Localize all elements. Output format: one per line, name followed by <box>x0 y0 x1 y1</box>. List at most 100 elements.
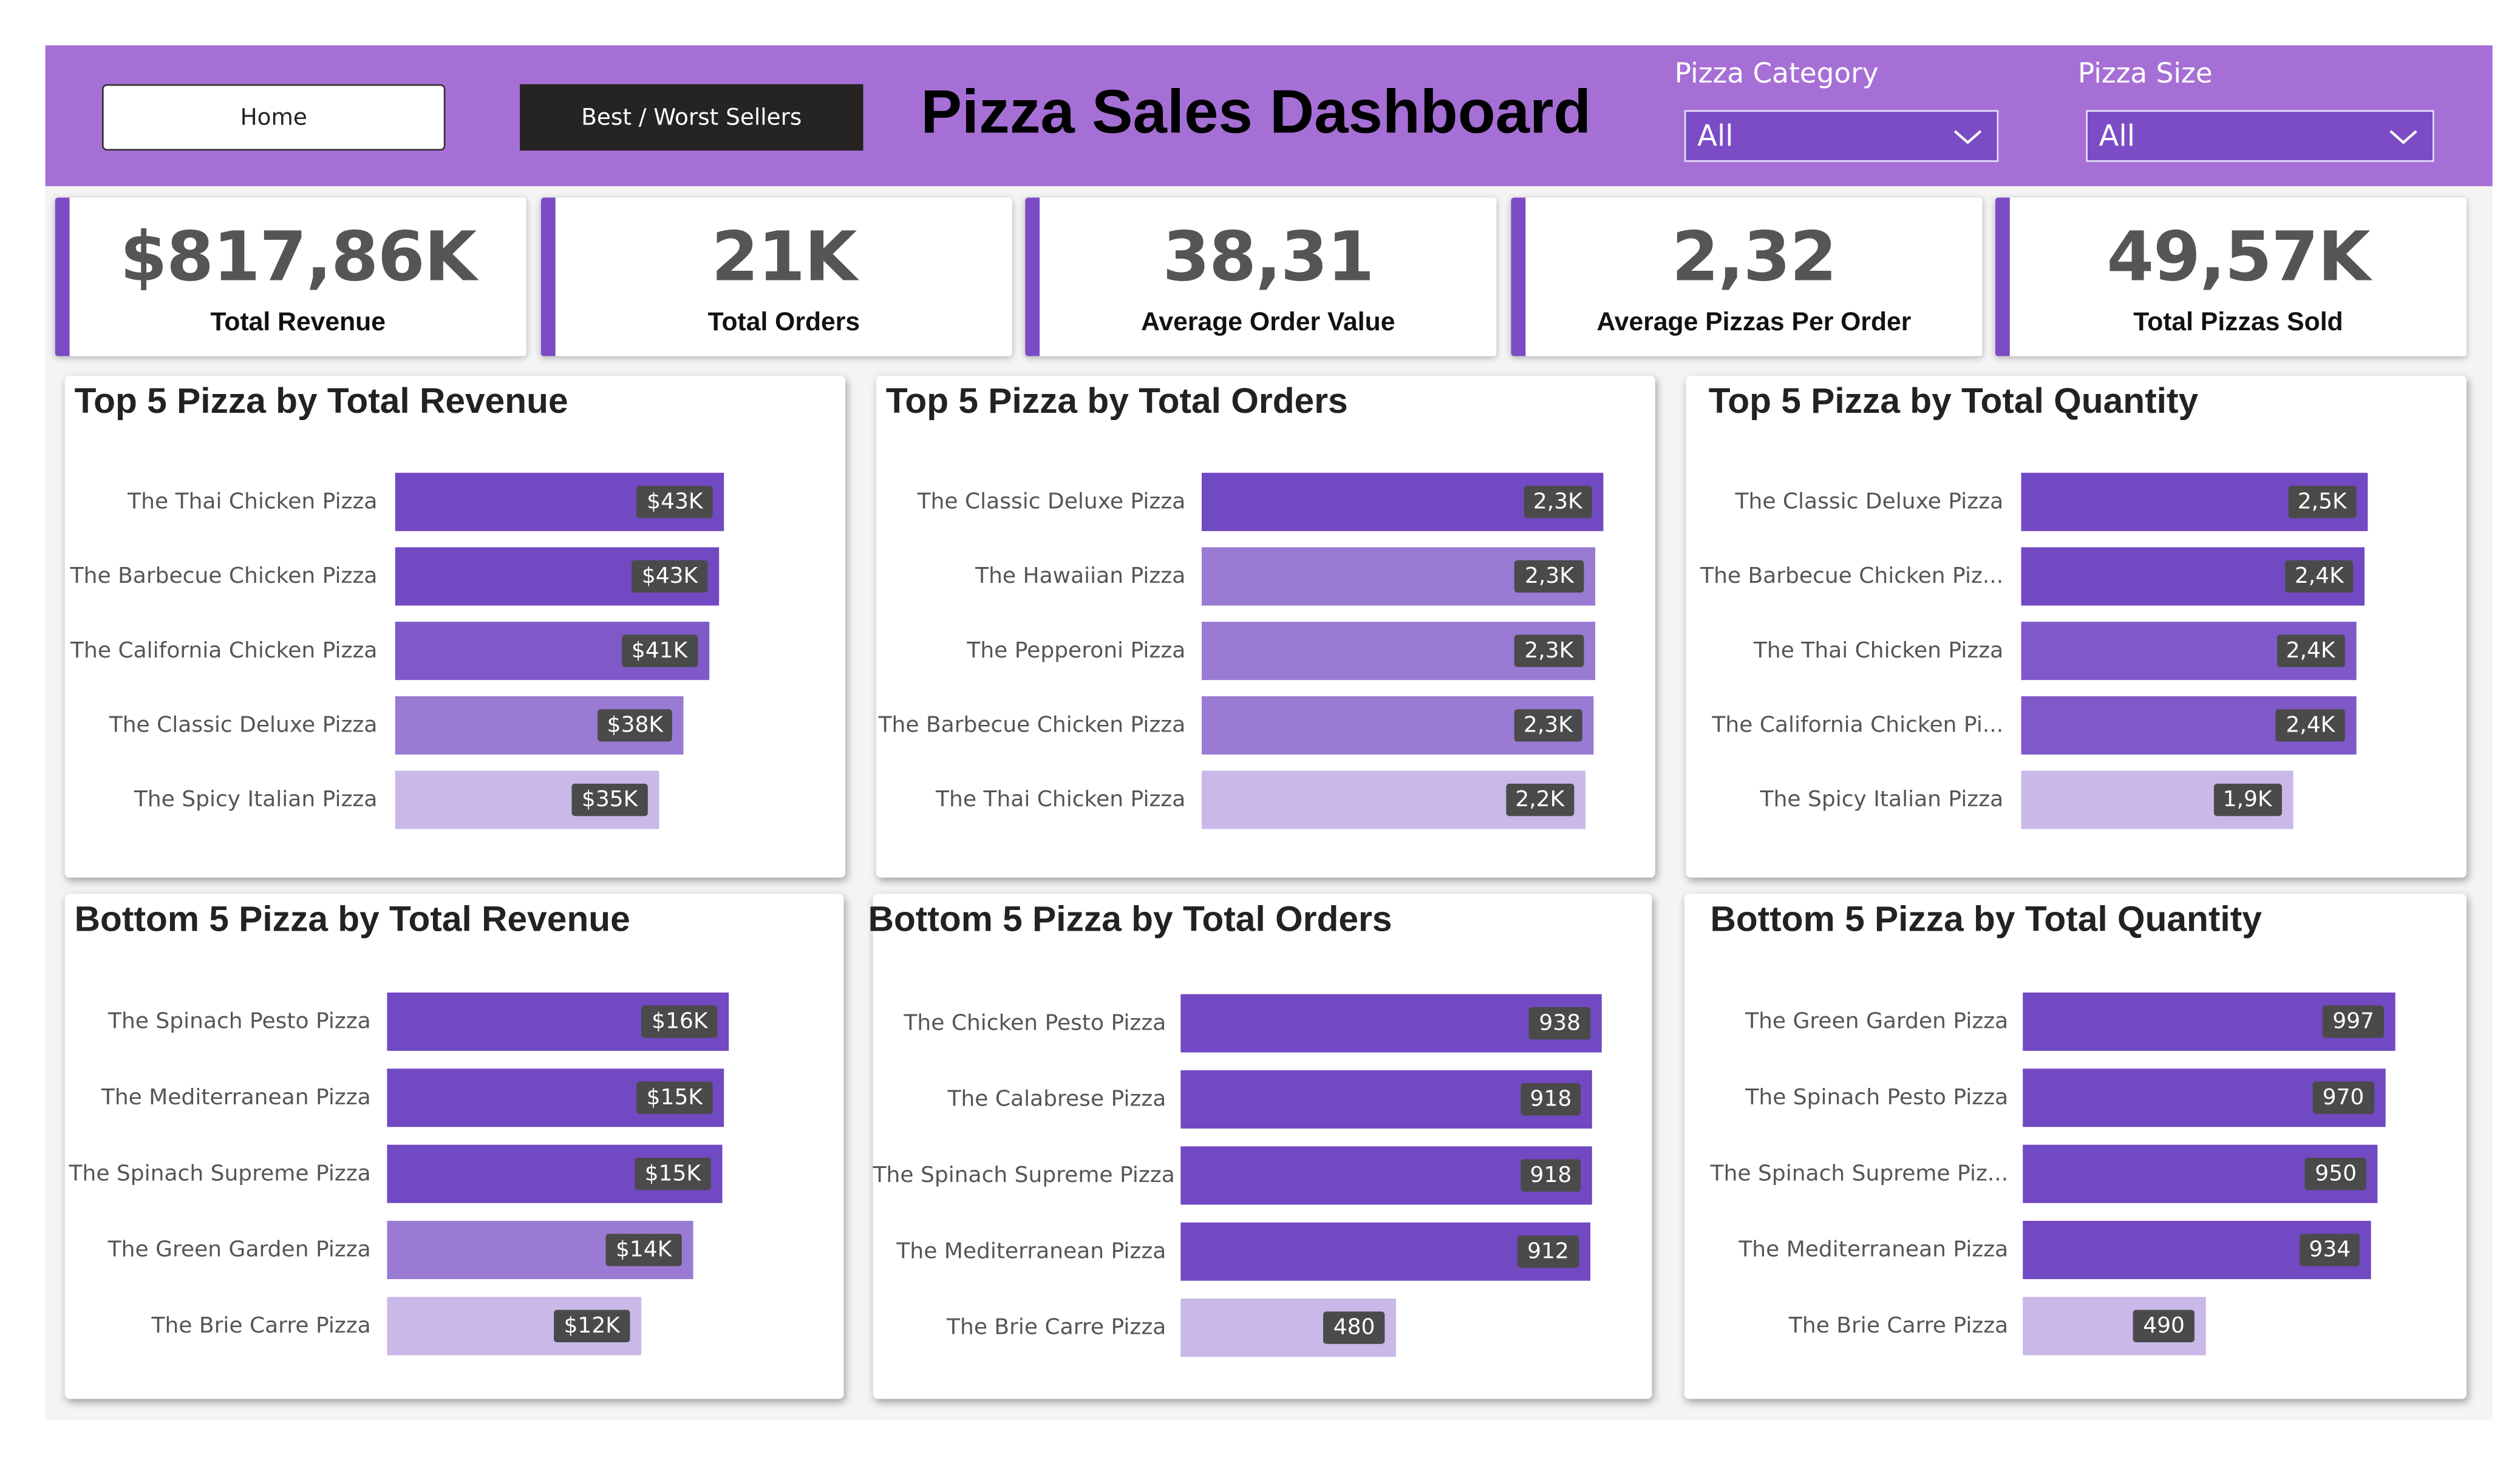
chart-title: Bottom 5 Pizza by Total Revenue <box>74 898 630 939</box>
data-label: $43K <box>632 560 708 593</box>
pizza-size-label: Pizza Size <box>2077 58 2213 91</box>
chevron-down-icon <box>2389 130 2417 144</box>
data-label: $38K <box>597 709 673 742</box>
category-label: The Pepperoni Pizza <box>967 637 1186 664</box>
dashboard-canvas: Home Best / Worst Sellers Pizza Sales Da… <box>0 0 2520 1457</box>
bar[interactable]: 2,4K <box>2021 547 2365 606</box>
kpi-value: 38,31 <box>1162 217 1374 297</box>
data-label: 950 <box>2305 1157 2367 1190</box>
bar[interactable]: $43K <box>395 547 719 606</box>
category-label: The Classic Deluxe Pizza <box>917 489 1186 515</box>
data-label: 2,4K <box>2284 560 2354 593</box>
data-label: 2,2K <box>1505 783 1575 817</box>
chevron-down-icon <box>1953 130 1982 144</box>
bar[interactable]: 950 <box>2023 1144 2378 1203</box>
category-label: The Spinach Supreme Pizza <box>69 1161 371 1187</box>
kpi-value: $817,86K <box>120 217 477 297</box>
pizza-category-dropdown[interactable]: All <box>1684 110 1999 162</box>
bar-row: The California Chicken Pizza $41K <box>65 622 846 681</box>
data-label: 1,9K <box>2213 783 2282 817</box>
category-label: The Mediterranean Pizza <box>896 1238 1166 1265</box>
category-label: The Green Garden Pizza <box>1745 1008 2009 1035</box>
category-label: The California Chicken Pi... <box>1712 712 2004 739</box>
category-label: The Spinach Pesto Pizza <box>107 1008 371 1035</box>
bar-row: The Spinach Supreme Piz... 950 <box>1684 1144 2467 1203</box>
bar[interactable]: 1,9K <box>2021 770 2294 829</box>
data-label: 918 <box>1520 1083 1582 1116</box>
bar-row: The Spicy Italian Pizza $35K <box>65 770 846 829</box>
bar[interactable]: 490 <box>2023 1297 2206 1356</box>
category-label: The Brie Carre Pizza <box>947 1314 1166 1341</box>
pizza-size-dropdown[interactable]: All <box>2086 110 2434 162</box>
data-label: 2,3K <box>1514 634 1584 667</box>
data-label: $35K <box>571 783 648 817</box>
data-label: $16K <box>642 1005 718 1038</box>
chart-title: Top 5 Pizza by Total Quantity <box>1708 380 2199 421</box>
bar-row: The Brie Carre Pizza $12K <box>65 1297 844 1356</box>
bar[interactable]: 2,4K <box>2021 696 2356 755</box>
bar-row: The Classic Deluxe Pizza 2,3K <box>876 472 1655 531</box>
bar[interactable]: 997 <box>2023 992 2396 1051</box>
category-label: The Spicy Italian Pizza <box>134 787 378 813</box>
category-label: The Classic Deluxe Pizza <box>109 712 378 739</box>
bar[interactable]: 912 <box>1180 1222 1590 1281</box>
kpi-value: 49,57K <box>2106 217 2370 297</box>
bar[interactable]: $41K <box>395 622 709 681</box>
bar[interactable]: 2,5K <box>2021 472 2368 531</box>
home-button[interactable]: Home <box>102 84 446 151</box>
bar-row: The Green Garden Pizza $14K <box>65 1220 844 1280</box>
data-label: 912 <box>1517 1235 1579 1268</box>
data-label: 938 <box>1529 1007 1591 1040</box>
category-label: The Chicken Pesto Pizza <box>904 1010 1166 1036</box>
bar[interactable]: 934 <box>2023 1220 2372 1280</box>
page-title: Pizza Sales Dashboard <box>921 79 1592 148</box>
bar[interactable]: 2,3K <box>1201 472 1604 531</box>
bar-row: The Mediterranean Pizza 912 <box>873 1222 1652 1281</box>
bar[interactable]: $38K <box>395 696 684 755</box>
bar-row: The Green Garden Pizza 997 <box>1684 992 2467 1051</box>
bar[interactable]: 2,3K <box>1201 622 1595 681</box>
data-label: 997 <box>2323 1005 2384 1038</box>
bar[interactable]: $16K <box>387 992 729 1051</box>
bar-row: The Spinach Supreme Pizza 918 <box>873 1146 1652 1205</box>
kpi-average-pizzas-per-order: 2,32 Average Pizzas Per Order <box>1511 197 1983 356</box>
kpi-total-revenue: $817,86K Total Revenue <box>55 197 526 356</box>
bar-row: The Hawaiian Pizza 2,3K <box>876 547 1655 606</box>
data-label: $12K <box>554 1309 630 1343</box>
bar[interactable]: 938 <box>1180 994 1602 1053</box>
bar[interactable]: 918 <box>1180 1146 1593 1205</box>
bar[interactable]: 970 <box>2023 1068 2386 1127</box>
bar[interactable]: 2,2K <box>1201 770 1585 829</box>
bar[interactable]: 2,3K <box>1201 696 1594 755</box>
category-label: The Hawaiian Pizza <box>975 563 1186 589</box>
data-label: $15K <box>635 1157 710 1190</box>
bar[interactable]: 480 <box>1180 1299 1397 1357</box>
data-label: 934 <box>2299 1234 2361 1266</box>
bar[interactable]: 918 <box>1180 1070 1593 1129</box>
bar[interactable]: $43K <box>395 472 724 531</box>
bar-row: The California Chicken Pi... 2,4K <box>1686 696 2467 755</box>
bar[interactable]: 2,3K <box>1201 547 1595 606</box>
pizza-size-value: All <box>2099 119 2136 154</box>
bar[interactable]: $15K <box>387 1144 722 1203</box>
bar[interactable]: 2,4K <box>2021 622 2357 681</box>
bar[interactable]: $14K <box>387 1220 693 1280</box>
chart-title: Bottom 5 Pizza by Total Quantity <box>1710 898 2262 939</box>
kpi-total-orders: 21K Total Orders <box>540 197 1012 356</box>
bar-row: The Brie Carre Pizza 490 <box>1684 1297 2467 1356</box>
best-worst-sellers-button[interactable]: Best / Worst Sellers <box>520 84 863 151</box>
bar-row: The Barbecue Chicken Pizza $43K <box>65 547 846 606</box>
category-label: The Spinach Pesto Pizza <box>1745 1084 2009 1111</box>
bar-row: The Spinach Pesto Pizza 970 <box>1684 1068 2467 1127</box>
bar[interactable]: $35K <box>395 770 659 829</box>
data-label: $41K <box>621 634 698 667</box>
category-label: The Brie Carre Pizza <box>151 1313 371 1339</box>
bar[interactable]: $12K <box>387 1297 641 1356</box>
bar-row: The Classic Deluxe Pizza $38K <box>65 696 846 755</box>
data-label: $43K <box>637 486 713 518</box>
category-label: The Calabrese Pizza <box>947 1086 1166 1113</box>
data-label: 918 <box>1520 1159 1582 1192</box>
bar[interactable]: $15K <box>387 1068 724 1127</box>
data-label: 970 <box>2312 1081 2374 1114</box>
kpi-label: Average Pizzas Per Order <box>1596 309 1912 337</box>
